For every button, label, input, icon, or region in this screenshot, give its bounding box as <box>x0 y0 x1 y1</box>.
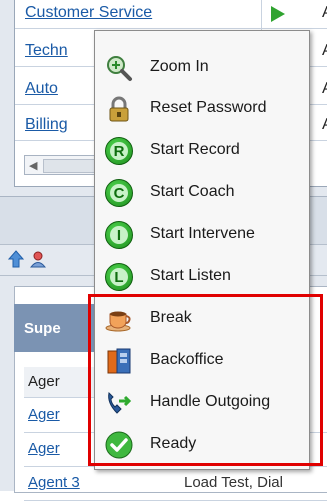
record-icon: R <box>105 137 133 165</box>
column-header-label: Ager <box>28 373 60 390</box>
status-text: A <box>322 42 327 60</box>
agent-link[interactable]: Ager <box>28 406 60 423</box>
table-row[interactable]: Agent 3 Load Test, Dial <box>24 466 327 501</box>
queue-link[interactable]: Auto <box>25 80 58 98</box>
queue-link[interactable]: Customer Service <box>25 4 152 22</box>
menu-item-start-coach[interactable]: C Start Coach <box>95 171 309 213</box>
tab-label: Supe <box>24 320 61 337</box>
lock-icon <box>109 96 129 122</box>
play-status-icon <box>271 6 285 22</box>
table-row[interactable]: Customer Service A <box>15 0 327 29</box>
menu-item-label: Reset Password <box>150 99 267 116</box>
queue-link[interactable]: Billing <box>25 116 68 134</box>
menu-item-label: Start Listen <box>150 267 231 284</box>
user-icon[interactable] <box>30 250 46 268</box>
status-text: A <box>322 80 327 98</box>
listen-icon: L <box>105 263 133 291</box>
menu-item-reset-password[interactable]: Reset Password <box>95 87 309 129</box>
up-arrow-icon[interactable] <box>8 250 24 268</box>
queue-link[interactable]: Techn <box>25 42 68 60</box>
menu-item-label: Start Intervene <box>150 225 255 242</box>
coach-icon: C <box>105 179 133 207</box>
highlight-annotation-box <box>88 294 323 466</box>
scroll-left-arrow-icon[interactable]: ◀ <box>29 159 37 172</box>
tab-supervisor[interactable]: Supe <box>14 304 94 352</box>
agent-link[interactable]: Agent 3 <box>28 474 80 491</box>
menu-item-start-listen[interactable]: L Start Listen <box>95 255 309 297</box>
menu-item-label: Zoom In <box>150 58 209 75</box>
agent-status-text: Load Test, Dial <box>184 474 283 491</box>
zoom-in-icon <box>107 56 132 81</box>
status-text: A <box>322 116 327 134</box>
scroll-thumb[interactable] <box>43 159 100 173</box>
menu-item-label: Start Coach <box>150 183 235 200</box>
menu-item-zoom-in[interactable]: Zoom In <box>95 46 309 88</box>
menu-item-start-record[interactable]: R Start Record <box>95 129 309 171</box>
menu-item-label: Start Record <box>150 141 240 158</box>
status-text: A <box>322 4 327 22</box>
menu-item-start-intervene[interactable]: I Start Intervene <box>95 213 309 255</box>
agent-link[interactable]: Ager <box>28 440 60 457</box>
intervene-icon: I <box>105 221 133 249</box>
